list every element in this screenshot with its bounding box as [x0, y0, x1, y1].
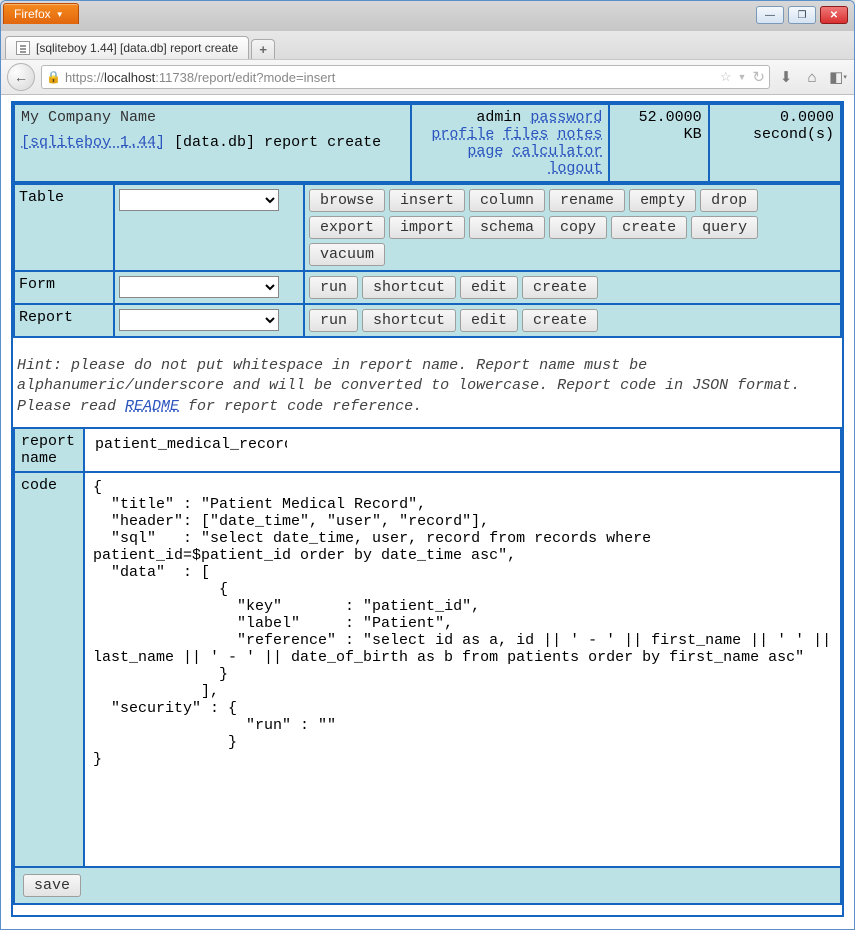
download-icon[interactable]: ⬇: [776, 67, 796, 87]
db-label: [data.db] report create: [174, 134, 381, 151]
report-row-label: Report: [14, 304, 114, 337]
logout-link[interactable]: logout: [548, 160, 602, 177]
report-create-button[interactable]: create: [522, 309, 598, 332]
maximize-button[interactable]: ❐: [788, 6, 816, 24]
table-insert-button[interactable]: insert: [389, 189, 465, 212]
firefox-top-bar: Firefox ▼ — ❐ ✕: [1, 1, 854, 31]
form-run-button[interactable]: run: [309, 276, 358, 299]
time-cell: 0.0000 second(s): [709, 104, 841, 182]
table-schema-button[interactable]: schema: [469, 216, 545, 239]
close-button[interactable]: ✕: [820, 6, 848, 24]
files-link[interactable]: files: [503, 126, 548, 143]
window-controls: — ❐ ✕: [756, 6, 848, 24]
table-row-label: Table: [14, 184, 114, 271]
code-label: code: [14, 472, 84, 867]
form-create-button[interactable]: create: [522, 276, 598, 299]
url-scheme: https://: [65, 70, 104, 85]
action-table: Table browseinsertcolumnrenameemptydrop e…: [13, 183, 842, 338]
browser-window: Firefox ▼ — ❐ ✕ [sqliteboy 1.44] [data.d…: [0, 0, 855, 930]
app-link[interactable]: [sqliteboy 1.44]: [21, 134, 165, 151]
code-textarea[interactable]: [91, 477, 834, 857]
lock-icon: 🔒: [46, 70, 61, 84]
password-link[interactable]: password: [530, 109, 602, 126]
hint-after: for report code reference.: [179, 398, 422, 415]
table-query-button[interactable]: query: [691, 216, 758, 239]
star-icon[interactable]: ☆: [720, 69, 732, 85]
table-drop-button[interactable]: drop: [700, 189, 758, 212]
report-select[interactable]: [119, 309, 279, 331]
table-export-button[interactable]: export: [309, 216, 385, 239]
admin-label: admin: [476, 109, 521, 126]
company-name: My Company Name: [21, 109, 404, 126]
time-unit: second(s): [716, 126, 834, 143]
refresh-icon[interactable]: ↻: [752, 68, 765, 86]
firefox-label: Firefox: [14, 7, 51, 21]
form-edit-button[interactable]: edit: [460, 276, 518, 299]
size-value: 52.0000: [616, 109, 701, 126]
form-buttons-cell: runshortcuteditcreate: [304, 271, 841, 304]
navigation-toolbar: ← 🔒 https://localhost:11738/report/edit?…: [1, 59, 854, 95]
bookmarks-icon[interactable]: ◧▾: [828, 67, 848, 87]
table-browse-button[interactable]: browse: [309, 189, 385, 212]
minimize-button[interactable]: —: [756, 6, 784, 24]
table-create-button[interactable]: create: [611, 216, 687, 239]
report-buttons-cell: runshortcuteditcreate: [304, 304, 841, 337]
table-rename-button[interactable]: rename: [549, 189, 625, 212]
home-icon[interactable]: ⌂: [802, 67, 822, 87]
report-name-input[interactable]: [91, 433, 291, 456]
table-empty-button[interactable]: empty: [629, 189, 696, 212]
dropdown-icon[interactable]: ▼: [738, 72, 747, 82]
header-table: My Company Name [sqliteboy 1.44] [data.d…: [13, 103, 842, 183]
header-left: My Company Name [sqliteboy 1.44] [data.d…: [14, 104, 411, 182]
notes-link[interactable]: notes: [557, 126, 602, 143]
url-host: localhost: [104, 70, 155, 85]
table-buttons-cell: browseinsertcolumnrenameemptydrop exporti…: [304, 184, 841, 271]
form-row-label: Form: [14, 271, 114, 304]
report-edit-button[interactable]: edit: [460, 309, 518, 332]
calculator-link[interactable]: calculator: [512, 143, 602, 160]
size-unit: KB: [616, 126, 701, 143]
firefox-menu-button[interactable]: Firefox ▼: [3, 3, 79, 24]
new-tab-button[interactable]: +: [251, 39, 275, 59]
report-shortcut-button[interactable]: shortcut: [362, 309, 456, 332]
url-bar[interactable]: 🔒 https://localhost:11738/report/edit?mo…: [41, 65, 770, 89]
save-button[interactable]: save: [23, 874, 81, 897]
tab-strip: [sqliteboy 1.44] [data.db] report create…: [1, 31, 854, 59]
url-path: /report/edit?mode=insert: [194, 70, 335, 85]
form-shortcut-button[interactable]: shortcut: [362, 276, 456, 299]
table-import-button[interactable]: import: [389, 216, 465, 239]
page-content: My Company Name [sqliteboy 1.44] [data.d…: [11, 101, 844, 917]
table-select[interactable]: [119, 189, 279, 211]
browser-tab[interactable]: [sqliteboy 1.44] [data.db] report create: [5, 36, 249, 59]
table-vacuum-button[interactable]: vacuum: [309, 243, 385, 266]
size-cell: 52.0000 KB: [609, 104, 708, 182]
table-column-button[interactable]: column: [469, 189, 545, 212]
report-run-button[interactable]: run: [309, 309, 358, 332]
page-icon: [16, 41, 30, 55]
profile-link[interactable]: profile: [431, 126, 494, 143]
report-form-table: report name code save: [13, 427, 842, 905]
page-link[interactable]: page: [467, 143, 503, 160]
time-value: 0.0000: [716, 109, 834, 126]
readme-link[interactable]: README: [125, 398, 179, 415]
header-links-cell: admin password profile files notes page …: [411, 104, 609, 182]
tab-title: [sqliteboy 1.44] [data.db] report create: [36, 41, 238, 55]
report-name-label: report name: [14, 428, 84, 472]
back-button[interactable]: ←: [7, 63, 35, 91]
table-copy-button[interactable]: copy: [549, 216, 607, 239]
chevron-down-icon: ▼: [56, 10, 64, 19]
hint-text: Hint: please do not put whitespace in re…: [13, 338, 842, 427]
url-port: :11738: [155, 70, 194, 85]
form-select[interactable]: [119, 276, 279, 298]
